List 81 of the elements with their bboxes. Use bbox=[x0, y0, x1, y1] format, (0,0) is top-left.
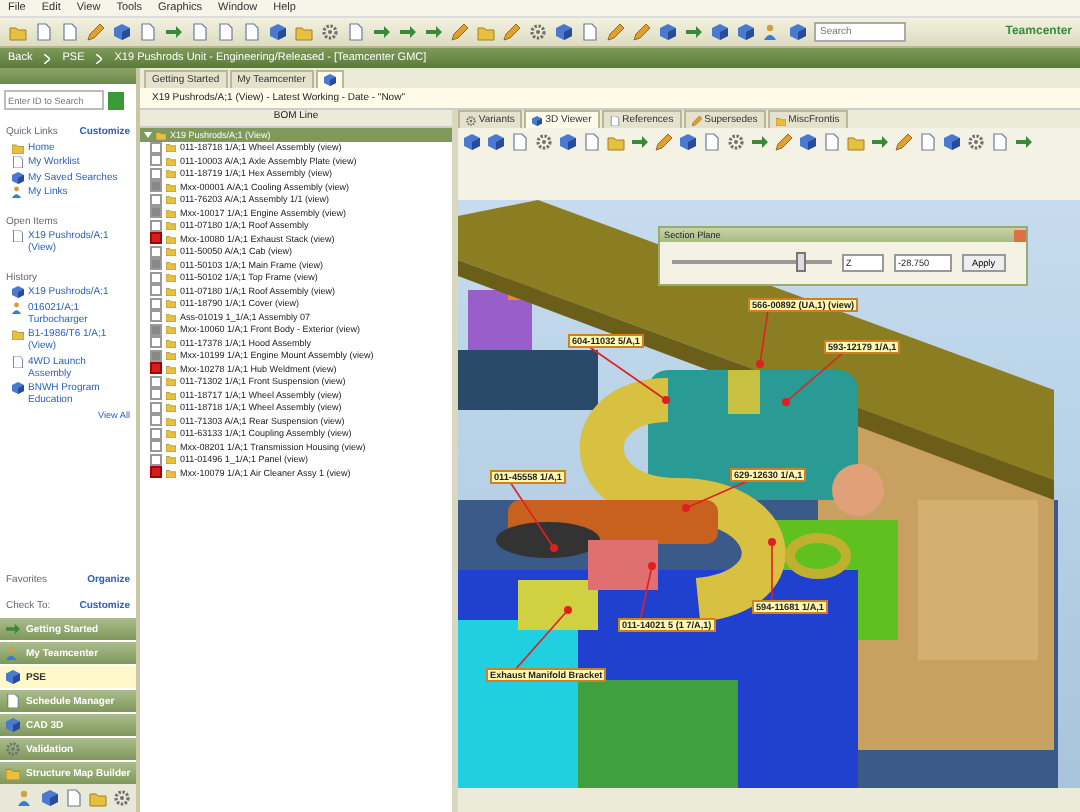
gear-icon[interactable] bbox=[726, 132, 746, 152]
gear-icon bbox=[466, 115, 476, 125]
cube-icon[interactable] bbox=[268, 22, 288, 42]
document-icon bbox=[12, 156, 24, 168]
anchor-dot-icon bbox=[682, 504, 690, 512]
pencil-icon[interactable] bbox=[86, 22, 106, 42]
cube-icon[interactable] bbox=[558, 132, 578, 152]
folder-icon[interactable] bbox=[8, 22, 28, 42]
cube-icon bbox=[12, 171, 24, 183]
cube-icon[interactable] bbox=[678, 132, 698, 152]
cube-icon[interactable] bbox=[554, 22, 574, 42]
arrow-icon[interactable] bbox=[1014, 132, 1034, 152]
gear-icon[interactable] bbox=[966, 132, 986, 152]
leader-line bbox=[685, 479, 751, 509]
leader-line bbox=[785, 351, 845, 403]
search-button[interactable] bbox=[108, 91, 124, 109]
cube-icon bbox=[532, 115, 543, 125]
people-icon[interactable] bbox=[762, 22, 782, 42]
leader-line bbox=[509, 481, 555, 549]
document-icon[interactable] bbox=[346, 22, 366, 42]
folder-icon[interactable] bbox=[846, 132, 866, 152]
tab[interactable] bbox=[315, 70, 344, 88]
anchor-dot-icon bbox=[564, 606, 572, 614]
anchor-dot-icon bbox=[662, 396, 670, 404]
collapse-icon[interactable] bbox=[144, 130, 152, 139]
document-icon bbox=[6, 694, 20, 708]
gear-icon[interactable] bbox=[320, 22, 340, 42]
cube-icon[interactable] bbox=[710, 22, 730, 42]
cube-icon[interactable] bbox=[658, 22, 678, 42]
gear-icon[interactable] bbox=[528, 22, 548, 42]
cube-icon[interactable] bbox=[40, 788, 60, 808]
cube-icon bbox=[6, 718, 20, 732]
folder-icon[interactable] bbox=[88, 788, 108, 808]
folder-icon bbox=[6, 766, 20, 780]
header-bar bbox=[0, 68, 136, 84]
document-icon bbox=[12, 355, 24, 367]
anchor-dot-icon bbox=[768, 538, 776, 546]
cube-icon[interactable] bbox=[112, 22, 132, 42]
gear-icon[interactable] bbox=[534, 132, 554, 152]
people-icon bbox=[12, 301, 24, 313]
slider-thumb[interactable] bbox=[796, 252, 806, 272]
arrow-icon[interactable] bbox=[870, 132, 890, 152]
cube-icon[interactable] bbox=[486, 132, 506, 152]
close-button[interactable] bbox=[1014, 229, 1026, 241]
cube-icon bbox=[6, 670, 20, 684]
leader-line bbox=[759, 309, 769, 365]
anchor-dot-icon bbox=[550, 544, 558, 552]
cube-icon bbox=[12, 382, 24, 394]
cube-icon[interactable] bbox=[798, 132, 818, 152]
cube-icon[interactable] bbox=[736, 22, 756, 42]
gear-icon[interactable] bbox=[112, 788, 132, 808]
pencil-icon[interactable] bbox=[894, 132, 914, 152]
cube-icon[interactable] bbox=[942, 132, 962, 152]
arrow-icon[interactable] bbox=[684, 22, 704, 42]
anchor-dot-icon bbox=[756, 360, 764, 368]
folder-icon[interactable] bbox=[606, 132, 626, 152]
cube-icon[interactable] bbox=[788, 22, 808, 42]
cube-icon bbox=[12, 286, 24, 298]
arrow-icon[interactable] bbox=[164, 22, 184, 42]
anchor-dot-icon bbox=[782, 398, 790, 406]
pencil-icon[interactable] bbox=[450, 22, 470, 42]
folder-icon bbox=[12, 328, 24, 340]
pencil-icon[interactable] bbox=[502, 22, 522, 42]
chevron-icon bbox=[44, 53, 51, 63]
gear-icon bbox=[6, 742, 20, 756]
arrow-icon[interactable] bbox=[630, 132, 650, 152]
chevron-icon bbox=[96, 53, 103, 63]
document-icon bbox=[12, 230, 24, 242]
leader-line bbox=[587, 345, 667, 401]
arrow-icon bbox=[6, 622, 20, 636]
arrow-icon[interactable] bbox=[750, 132, 770, 152]
document-icon[interactable] bbox=[990, 132, 1010, 152]
folder-icon bbox=[12, 141, 24, 153]
people-icon[interactable] bbox=[16, 788, 36, 808]
anchor-dot-icon bbox=[648, 562, 656, 570]
cube-icon[interactable] bbox=[462, 132, 482, 152]
cube-icon bbox=[323, 74, 336, 86]
pencil-icon[interactable] bbox=[774, 132, 794, 152]
people-icon bbox=[6, 646, 20, 660]
people-icon bbox=[12, 186, 24, 198]
folder-icon[interactable] bbox=[476, 22, 496, 42]
